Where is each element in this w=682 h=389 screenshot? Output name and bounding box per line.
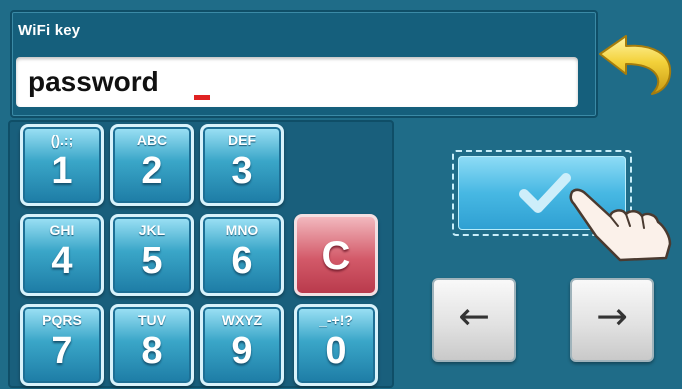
key-2[interactable]: ABC 2: [110, 124, 194, 206]
key-3[interactable]: DEF 3: [200, 124, 284, 206]
key-4-sub: GHI: [49, 222, 75, 238]
field-title: WiFi key: [18, 22, 81, 39]
key-5[interactable]: JKL 5: [110, 214, 194, 296]
back-button[interactable]: [596, 30, 676, 96]
pointing-hand-icon: [569, 188, 672, 262]
key-6-digit: 6: [231, 240, 253, 282]
key-1-digit: 1: [51, 150, 73, 192]
key-4-digit: 4: [51, 240, 73, 282]
key-5-sub: JKL: [138, 222, 166, 238]
key-1[interactable]: ().:; 1: [20, 124, 104, 206]
key-7-digit: 7: [51, 330, 73, 372]
key-2-sub: ABC: [136, 132, 168, 148]
cursor-right-button[interactable]: →: [570, 278, 654, 362]
key-5-digit: 5: [141, 240, 163, 282]
key-7-sub: PQRS: [42, 312, 82, 328]
key-3-sub: DEF: [228, 132, 256, 148]
clear-button[interactable]: C: [294, 214, 378, 296]
key-1-sub: ().:;: [50, 132, 74, 148]
right-arrow-icon: →: [596, 294, 628, 338]
key-0-sub: _-+!?: [319, 312, 353, 328]
key-8[interactable]: TUV 8: [110, 304, 194, 386]
key-8-sub: TUV: [138, 312, 166, 328]
key-6-sub: MNO: [225, 222, 259, 238]
key-9-sub: WXYZ: [221, 312, 263, 328]
cursor-left-button[interactable]: ←: [432, 278, 516, 362]
key-4[interactable]: GHI 4: [20, 214, 104, 296]
text-caret: [194, 95, 210, 100]
back-arrow-icon: [599, 35, 672, 95]
key-0[interactable]: _-+!? 0: [294, 304, 378, 386]
input-value: password: [28, 66, 159, 97]
left-arrow-icon: ←: [458, 294, 490, 338]
key-9[interactable]: WXYZ 9: [200, 304, 284, 386]
key-2-digit: 2: [141, 150, 163, 192]
key-6[interactable]: MNO 6: [200, 214, 284, 296]
key-3-digit: 3: [231, 150, 253, 192]
clear-label: C: [321, 234, 351, 278]
key-9-digit: 9: [231, 330, 253, 372]
key-8-digit: 8: [141, 330, 163, 372]
wifi-key-input[interactable]: password: [16, 57, 578, 107]
key-0-digit: 0: [325, 330, 347, 372]
key-7[interactable]: PQRS 7: [20, 304, 104, 386]
